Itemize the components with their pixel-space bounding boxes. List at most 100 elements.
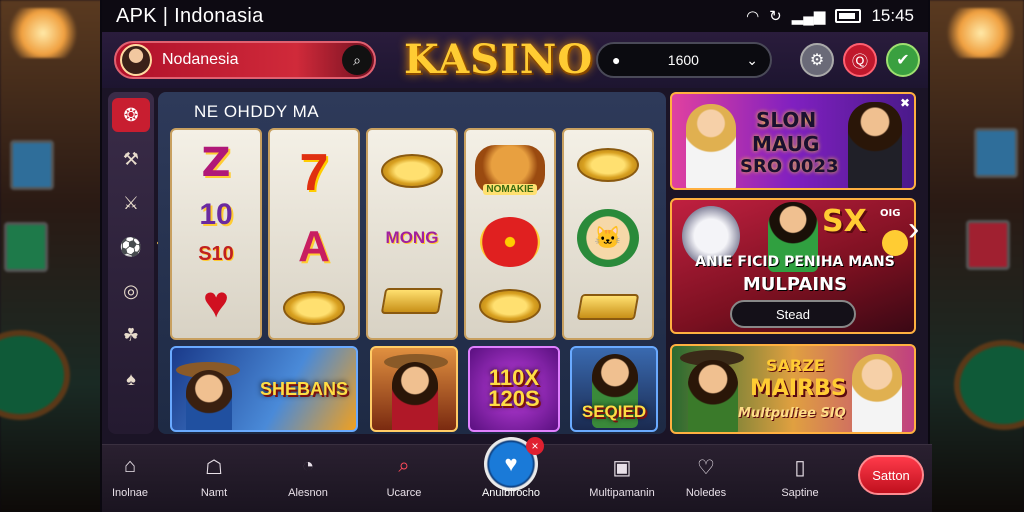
- game-tile[interactable]: 110X 120S: [468, 346, 560, 432]
- sidebar-item-tools[interactable]: ⚒: [112, 142, 150, 176]
- tile-label: SHEBANS: [259, 378, 348, 399]
- sync-icon: ↻: [769, 8, 782, 25]
- home-crown-icon: ⌂: [123, 455, 137, 477]
- nav-item-alesnon[interactable]: ◔ Alesnon: [268, 455, 348, 499]
- slot-title: NE OHDDY MA: [194, 102, 320, 121]
- ball-icon: ⚽: [119, 236, 143, 257]
- promo-action-button[interactable]: Stead: [730, 300, 856, 328]
- heart-chat-icon: ♡: [697, 457, 715, 479]
- slot-machine-panel: NE OHDDY MA Z 10 S10 ♥ 7 A MONG NOMAKIE: [158, 92, 666, 434]
- bag-icon: ♠: [126, 368, 136, 389]
- slot-machine-screen: [4, 222, 48, 272]
- reel-symbol: NOMAKIE: [483, 184, 537, 195]
- character-image: [688, 360, 738, 432]
- app-title: APK | Indonasia: [116, 4, 264, 27]
- avatar[interactable]: [120, 44, 152, 76]
- support-icon[interactable]: Ⓠ: [843, 43, 877, 77]
- promo-line1: SLON: [756, 108, 817, 132]
- phone-icon: ▯: [794, 457, 806, 479]
- game-tile[interactable]: [370, 346, 458, 432]
- casino-table: [0, 330, 70, 420]
- tablet-icon: ▣: [612, 457, 632, 479]
- slot-reel[interactable]: Z 10 S10 ♥: [170, 128, 262, 340]
- promo-banner-featured[interactable]: SX OIG ANIE FICID PENIHA MANS MULPAINS S…: [670, 198, 916, 334]
- chevron-right-icon[interactable]: ›: [908, 210, 919, 249]
- promo-line3: SRO 0023: [740, 156, 839, 177]
- nav-item-noledes[interactable]: ♡ Noledes: [666, 455, 746, 499]
- sidebar-item-sport[interactable]: ⚔: [112, 186, 150, 220]
- app-header: Nodanesia ⌕ KASINO ● 1600 ⌄ ⚙ Ⓠ ✔: [102, 32, 928, 88]
- game-tile[interactable]: SEQIED: [570, 346, 658, 432]
- character-image: [392, 362, 438, 430]
- nav-label: Noledes: [685, 487, 727, 499]
- balance-dropdown[interactable]: ● 1600 ⌄: [596, 42, 772, 78]
- promo-line1: SARZE: [766, 356, 825, 375]
- search-icon: ⌕: [398, 455, 410, 477]
- reel-symbol: S10: [198, 243, 234, 266]
- bottom-navigation: ⌂ Inolnae ☖ Namt ◔ Alesnon ⌕ Ucarce ♥ × …: [102, 437, 932, 512]
- nav-item-multipamanin[interactable]: ▣ Multipamanin: [572, 455, 672, 499]
- slot-reel[interactable]: MONG: [366, 128, 458, 340]
- ceiling-lamp: [8, 8, 78, 58]
- nav-item-saptine[interactable]: ▯ Saptine: [760, 455, 840, 499]
- character-image: [686, 104, 736, 188]
- promo-banner[interactable]: SARZE MAIRBS Multpuliee SIQ: [670, 344, 916, 434]
- casino-logo: KASINO: [404, 36, 594, 83]
- wifi-icon: ◠: [746, 8, 760, 25]
- promo-headline: SX: [822, 204, 867, 239]
- promo-line1: ANIE FICID PENIHA MANS: [695, 254, 895, 270]
- category-sidebar: ❂ ⚒ ⚔ ⚽ ◎ ☘ ♠: [108, 92, 154, 434]
- search-bar[interactable]: Nodanesia ⌕: [114, 41, 376, 79]
- action-button[interactable]: Satton: [858, 455, 924, 495]
- search-input[interactable]: Nodanesia: [162, 51, 342, 69]
- heart-icon: ♥: [202, 278, 230, 328]
- check-icon[interactable]: ✔: [886, 43, 920, 77]
- game-tile[interactable]: SHEBANS: [170, 346, 358, 432]
- tools-icon: ⚒: [122, 148, 140, 169]
- balance-value: 1600: [667, 52, 699, 68]
- house-icon: ☖: [205, 457, 223, 479]
- gold-coin-icon: [283, 290, 345, 325]
- nav-item-namt[interactable]: ☖ Namt: [174, 455, 254, 499]
- background-left: [0, 0, 110, 512]
- notification-badge: ×: [526, 437, 544, 455]
- fruit-icon: ☘: [122, 324, 140, 345]
- sidebar-item-slots[interactable]: ❂: [112, 98, 150, 132]
- chevron-down-icon: ⌄: [746, 51, 758, 68]
- sidebar-item-ball[interactable]: ⚽: [112, 230, 150, 264]
- status-bar: APK | Indonasia ◠ ↻ ▂▄▆ 15:45: [102, 0, 928, 32]
- chat-icon: ◔: [301, 455, 315, 477]
- promo-banner[interactable]: SLON MAUG SRO 0023 ✖: [670, 92, 916, 190]
- slot-reel[interactable]: NOMAKIE: [464, 128, 556, 340]
- nav-label: Inolnae: [111, 487, 149, 499]
- search-icon[interactable]: ⌕: [342, 45, 372, 75]
- close-icon[interactable]: ✖: [900, 96, 910, 110]
- sidebar-item-live[interactable]: ◎: [112, 274, 150, 308]
- coin-icon: [882, 230, 908, 256]
- live-icon: ◎: [123, 280, 139, 301]
- tile-label: SEQIED: [581, 402, 647, 421]
- phone-screen: APK | Indonasia ◠ ↻ ▂▄▆ 15:45 Nodanesia …: [100, 0, 932, 512]
- reel-symbol: 7: [299, 144, 329, 203]
- gold-bar-icon: [576, 294, 640, 321]
- slot-reel[interactable]: 🐱: [562, 128, 654, 340]
- character-image: [848, 102, 902, 188]
- nav-item-ucarce[interactable]: ⌕ Ucarce: [364, 455, 444, 499]
- reel-symbol: A: [298, 221, 330, 271]
- monkey-icon: NOMAKIE: [475, 145, 545, 195]
- signal-icon: ▂▄▆: [791, 8, 826, 25]
- robot-icon[interactable]: ⚙: [800, 43, 834, 77]
- nav-item-home[interactable]: ⌂ Inolnae: [90, 455, 170, 499]
- gold-coin-icon: [381, 154, 443, 188]
- gold-coin-icon: [479, 289, 541, 323]
- slot-machine-screen: [10, 140, 54, 190]
- bat-icon: ⚔: [122, 192, 140, 213]
- reel-symbol: Z: [201, 139, 231, 186]
- slot-reel[interactable]: 7 A: [268, 128, 360, 340]
- casino-table: [954, 340, 1024, 430]
- nav-label: Saptine: [781, 487, 819, 499]
- sidebar-item-bonus[interactable]: ♠: [112, 362, 150, 396]
- sidebar-item-fruit[interactable]: ☘: [112, 318, 150, 352]
- slots-icon: ❂: [123, 104, 139, 125]
- slot-machine-screen: [966, 220, 1010, 270]
